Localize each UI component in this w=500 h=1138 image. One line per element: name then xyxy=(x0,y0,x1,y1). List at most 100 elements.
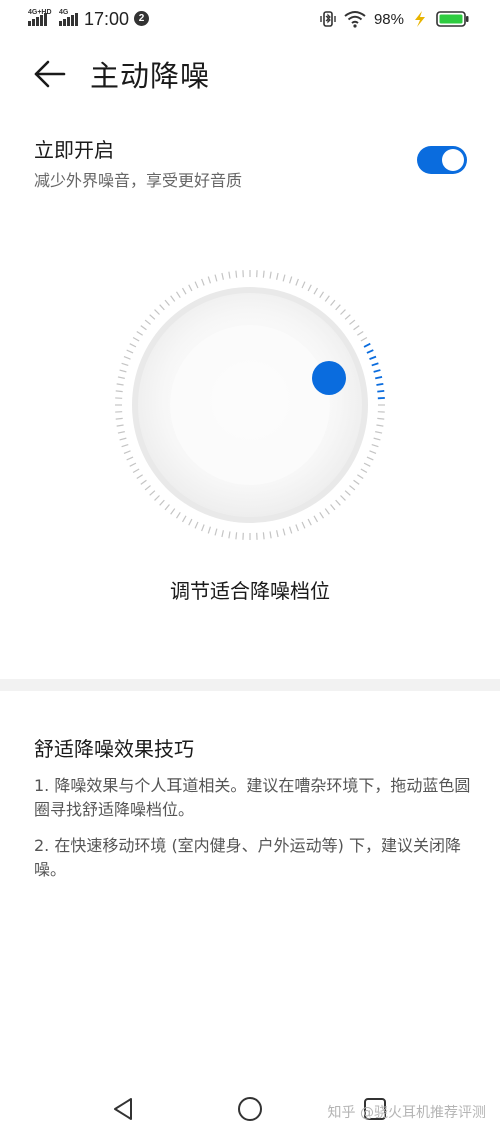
dial-tick xyxy=(207,276,212,284)
dial-tick xyxy=(301,521,306,529)
signal-icon-sim1: 4G+HD xyxy=(28,9,52,26)
dial-tick xyxy=(344,490,351,496)
status-bar: 4G+HD 4G 17:00 2 98% xyxy=(0,0,500,40)
dial-tick xyxy=(269,531,272,539)
dial-tick xyxy=(357,474,364,480)
dial-tick xyxy=(228,271,231,279)
dial-tick xyxy=(330,504,336,511)
dial-tick xyxy=(377,417,385,420)
dial-tick xyxy=(301,281,306,289)
dial-tick xyxy=(121,362,129,367)
section-divider xyxy=(0,679,500,691)
dial-tick xyxy=(373,369,381,373)
circle-home-icon xyxy=(238,1097,262,1121)
page-title: 主动降噪 xyxy=(90,59,211,93)
dial-tick xyxy=(282,528,286,536)
back-button[interactable] xyxy=(30,54,70,94)
dial-tick xyxy=(335,499,341,506)
anc-toggle-row: 立即开启 减少外界噪音，享受更好音质 xyxy=(0,128,500,198)
dial-tick xyxy=(175,291,181,298)
dial-tick xyxy=(353,325,360,331)
dial-tick xyxy=(201,524,205,532)
signal-icon-sim2: 4G xyxy=(59,9,78,26)
dial-tick xyxy=(144,319,151,325)
dial-tick xyxy=(376,424,384,427)
dial-tick xyxy=(340,309,346,315)
dial-tick xyxy=(340,495,346,501)
status-right: 98% xyxy=(320,8,470,30)
dial-tick xyxy=(319,291,325,298)
dial-tick xyxy=(136,474,143,480)
dial-tick xyxy=(149,490,156,496)
dial-tick xyxy=(144,485,151,491)
dial-tick xyxy=(170,508,176,515)
dial-tick xyxy=(377,389,385,393)
dial-tick xyxy=(319,512,325,519)
dial-tick xyxy=(235,532,238,540)
dial-tick xyxy=(115,417,123,420)
dial-tick xyxy=(140,325,147,331)
anc-switch[interactable] xyxy=(417,146,467,174)
dial-tick xyxy=(119,369,127,373)
dial-tick xyxy=(373,437,381,441)
battery-percent: 98% xyxy=(373,10,404,28)
dial-tick xyxy=(207,526,212,534)
tips-title: 舒适降噪效果技巧 xyxy=(34,737,194,761)
toggle-subtitle: 减少外界噪音，享受更好音质 xyxy=(34,171,243,190)
triangle-back-icon xyxy=(114,1098,132,1120)
dial-tick xyxy=(344,314,351,320)
dial-tick xyxy=(119,437,127,441)
nav-home-button[interactable] xyxy=(235,1094,265,1124)
dial-tick xyxy=(132,336,140,342)
dial-tick xyxy=(123,450,131,454)
charging-bolt-icon xyxy=(415,11,425,27)
dial-tick xyxy=(366,349,374,354)
dial-tick xyxy=(288,276,293,284)
sim2-label: 4G xyxy=(59,9,69,16)
dial-tick xyxy=(375,376,383,380)
dial-tick xyxy=(307,518,312,526)
dial-tick xyxy=(313,287,319,295)
dial-graphic xyxy=(115,270,385,540)
wifi-icon xyxy=(344,11,366,28)
dial-tick xyxy=(116,424,124,427)
dial-tick xyxy=(123,356,131,360)
dial-tick xyxy=(276,530,279,538)
dial-tick xyxy=(363,342,371,348)
toggle-title: 立即开启 xyxy=(34,138,114,162)
dial-tick xyxy=(360,468,368,474)
dial-tick xyxy=(149,314,156,320)
dial-tick xyxy=(369,450,377,454)
dial-tick xyxy=(221,530,224,538)
dial-tick xyxy=(375,431,383,434)
dial-tick xyxy=(194,521,199,529)
dial-tick xyxy=(269,271,272,279)
dial-tick xyxy=(116,383,124,386)
dial-tick xyxy=(262,532,265,540)
dial-tick xyxy=(369,355,377,360)
dial-tick xyxy=(188,284,193,292)
dial-tick xyxy=(129,343,137,348)
bluetooth-vibrate-icon xyxy=(320,11,336,27)
dial-tick xyxy=(175,512,181,519)
dial-tick xyxy=(170,295,176,302)
dial-tick xyxy=(376,382,384,386)
dial-tick xyxy=(214,274,218,282)
dial-inner-face xyxy=(170,325,330,485)
dial-tick xyxy=(360,336,368,342)
dial-tick xyxy=(276,272,279,280)
dial-tick xyxy=(228,531,231,539)
dial-tick xyxy=(371,443,379,448)
dial-tick xyxy=(324,295,330,302)
notification-badge: 2 xyxy=(134,11,149,26)
dial-tick xyxy=(313,515,319,523)
dial-tick xyxy=(181,515,187,523)
dial-tick xyxy=(154,495,160,501)
dial-tick xyxy=(262,270,265,278)
app-header: 主动降噪 xyxy=(0,44,500,104)
nav-back-button[interactable] xyxy=(109,1094,139,1124)
dial-tick xyxy=(214,528,218,536)
dial-knob[interactable] xyxy=(312,361,346,395)
dial-tick xyxy=(201,278,205,286)
dial-tick xyxy=(121,443,129,448)
